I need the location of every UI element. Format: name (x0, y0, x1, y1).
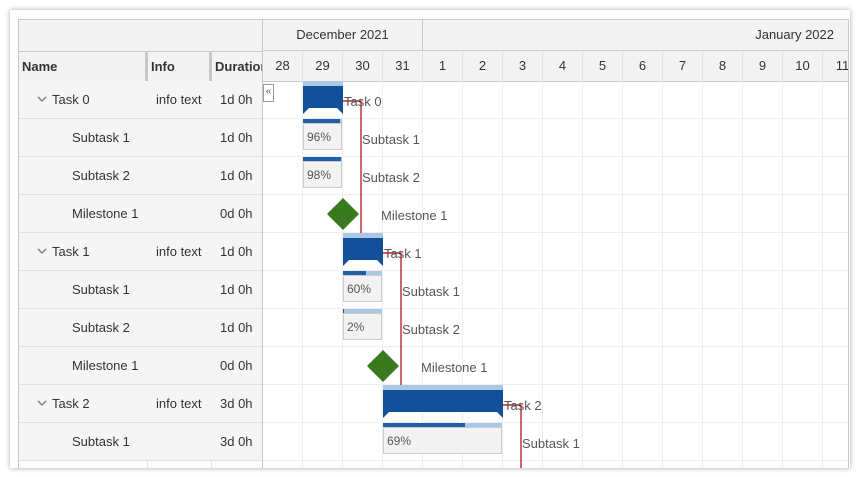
subtask-bar-label: Subtask 2 (402, 322, 460, 337)
task-info (156, 423, 211, 460)
task-duration: 0d 0h (220, 358, 253, 373)
subtask-bar[interactable]: 2% (343, 313, 382, 340)
task-row[interactable]: Milestone 1 0d 0h (19, 347, 262, 385)
task-name: Task 1 (52, 244, 90, 259)
subtask-bar-label: Subtask 2 (362, 170, 420, 185)
task-duration: 1d 0h (220, 282, 253, 297)
task-info (156, 347, 211, 384)
task-duration: 1d 0h (220, 244, 253, 259)
gantt-chart: Name Info Duration Task 0info text1d 0hS… (18, 19, 849, 468)
task-row[interactable]: Task 2 info text 3d 0h (19, 385, 262, 423)
task-info (156, 309, 211, 346)
task-name: Task 2 (52, 396, 90, 411)
subtask-bar[interactable]: 98% (303, 161, 342, 188)
gantt-window: Name Info Duration Task 0info text1d 0hS… (10, 10, 850, 468)
expand-chevron-icon[interactable] (37, 385, 47, 422)
column-header-info[interactable]: Info (148, 51, 212, 81)
task-list-header: Name Info Duration (19, 20, 262, 82)
task-row[interactable]: Subtask 1 1d 0h (19, 119, 262, 157)
task-duration: 1d 0h (220, 168, 253, 183)
task-name: Milestone 1 (72, 206, 139, 221)
expand-chevron-icon[interactable] (37, 81, 47, 118)
task-bar-label: Task 2 (504, 398, 542, 413)
task-row[interactable]: Subtask 2 1d 0h (19, 309, 262, 347)
summary-task-bar[interactable] (343, 233, 383, 267)
task-duration: 0d 0h (220, 206, 253, 221)
task-duration: 3d 0h (220, 396, 253, 411)
task-duration: 1d 0h (220, 92, 253, 107)
expand-chevron-icon[interactable] (37, 233, 47, 270)
subtask-bar[interactable]: 96% (303, 123, 342, 150)
subtask-bar[interactable]: 60% (343, 275, 382, 302)
task-duration: 1d 0h (220, 130, 253, 145)
subtask-bar-label: Subtask 1 (522, 436, 580, 451)
task-name: Subtask 2 (72, 168, 130, 183)
summary-task-bar[interactable] (303, 81, 343, 115)
subtask-bar-label: Subtask 1 (402, 284, 460, 299)
milestone-diamond[interactable] (366, 349, 400, 383)
task-name: Subtask 1 (72, 130, 130, 145)
milestone-label: Milestone 1 (381, 208, 448, 223)
task-duration: 3d 0h (220, 434, 253, 449)
task-name: Subtask 1 (72, 282, 130, 297)
task-info: info text (156, 244, 202, 259)
task-info (156, 157, 211, 194)
task-bar-label: Task 1 (384, 246, 422, 261)
task-name: Task 0 (52, 92, 90, 107)
task-info (156, 195, 211, 232)
task-row[interactable]: Task 1 info text 1d 0h (19, 233, 262, 271)
task-info (156, 119, 211, 156)
dependency-link (503, 404, 522, 468)
milestone-label: Milestone 1 (421, 360, 488, 375)
task-list-pane: Name Info Duration Task 0info text1d 0hS… (19, 20, 263, 468)
milestone-diamond[interactable] (326, 197, 360, 231)
task-name: Milestone 1 (72, 358, 139, 373)
task-info (156, 271, 211, 308)
task-row[interactable]: Subtask 1 1d 0h (19, 271, 262, 309)
column-header-name[interactable]: Name (19, 51, 148, 81)
task-row[interactable]: Task 0 info text 1d 0h (19, 81, 262, 119)
timeline-pane: December 2021 January 2022 28 29 30 31 1 2 3 4 5… (263, 20, 848, 468)
task-row[interactable]: Milestone 1 0d 0h (19, 195, 262, 233)
task-info: info text (156, 92, 202, 107)
task-info: info text (156, 396, 202, 411)
task-name: Subtask 2 (72, 320, 130, 335)
task-bar-label: Task 0 (344, 94, 382, 109)
task-row[interactable]: Subtask 1 3d 0h (19, 423, 262, 461)
subtask-bar[interactable]: 69% (383, 427, 502, 454)
task-name: Subtask 1 (72, 434, 130, 449)
subtask-bar-label: Subtask 1 (362, 132, 420, 147)
column-header-duration[interactable]: Duration (212, 51, 262, 81)
task-row[interactable]: Subtask 2 1d 0h (19, 157, 262, 195)
task-duration: 1d 0h (220, 320, 253, 335)
summary-task-bar[interactable] (383, 385, 503, 419)
